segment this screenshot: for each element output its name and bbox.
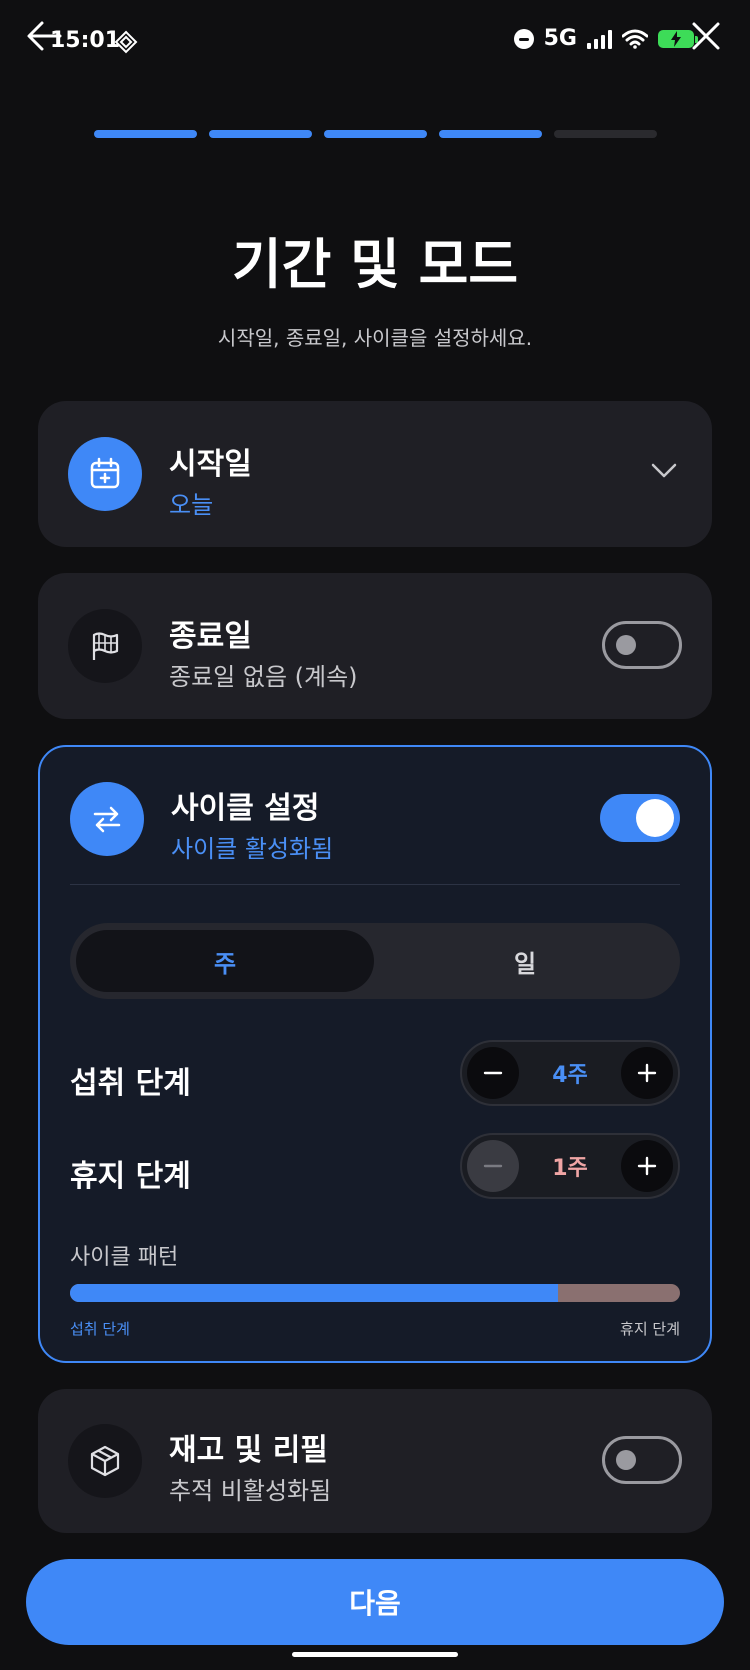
app-notification-icon: [114, 30, 138, 54]
box-icon: [90, 1445, 120, 1477]
end-date-title: 종료일: [169, 619, 252, 654]
inventory-toggle[interactable]: [602, 1436, 682, 1484]
page-title: 기간 및 모드: [232, 233, 518, 296]
network-label: 5G: [543, 26, 577, 51]
pattern-legend-rest: 휴지 단계: [620, 1320, 680, 1338]
cycle-icon-badge: [70, 782, 144, 856]
intake-stepper: 4주: [460, 1040, 680, 1106]
end-date-card: 종료일 종료일 없음 (계속): [38, 573, 712, 719]
start-date-icon-badge: [68, 437, 142, 511]
cycle-pattern-bar: [70, 1284, 680, 1302]
cycle-toggle[interactable]: [600, 794, 680, 842]
end-date-toggle[interactable]: [602, 621, 682, 669]
rest-decrement-button[interactable]: [467, 1140, 519, 1192]
next-button[interactable]: 다음: [26, 1559, 724, 1645]
status-bar: 15:01 5G: [0, 0, 750, 86]
cycle-status: 사이클 활성화됨: [171, 835, 334, 863]
plus-icon: [637, 1156, 657, 1176]
flag-icon: [92, 632, 119, 660]
progress-step: [554, 130, 657, 138]
progress-step: [324, 130, 427, 138]
cycle-unit-selector: 주 일: [70, 923, 680, 999]
back-button[interactable]: [24, 16, 64, 56]
intake-phase-label: 섭취 단계: [70, 1066, 191, 1101]
charging-icon: [671, 30, 681, 47]
cycle-card: 사이클 설정 사이클 활성화됨 주 일 섭취 단계 4주 휴지 단계 1주 사이…: [38, 745, 712, 1363]
end-date-icon-badge: [68, 609, 142, 683]
intake-decrement-button[interactable]: [467, 1047, 519, 1099]
chevron-down-icon: [651, 463, 677, 478]
cycle-pattern-intake-fill: [70, 1284, 558, 1302]
rest-value: 1주: [552, 1156, 588, 1181]
rest-stepper: 1주: [460, 1133, 680, 1199]
cycle-title: 사이클 설정: [171, 791, 320, 826]
plus-icon: [637, 1063, 657, 1083]
minus-icon: [483, 1071, 503, 1075]
rest-phase-label: 휴지 단계: [70, 1159, 191, 1194]
progress-step: [94, 130, 197, 138]
inventory-status: 추적 비활성화됨: [169, 1477, 332, 1505]
minus-icon: [483, 1164, 503, 1168]
cycle-pattern-label: 사이클 패턴: [70, 1245, 179, 1270]
progress-step: [439, 130, 542, 138]
start-date-title: 시작일: [169, 447, 252, 482]
do-not-disturb-icon: [513, 28, 534, 49]
wifi-icon: [622, 29, 648, 49]
arrow-left-icon: [27, 21, 62, 51]
rest-increment-button[interactable]: [621, 1140, 673, 1192]
step-progress: [94, 130, 657, 138]
intake-increment-button[interactable]: [621, 1047, 673, 1099]
close-icon: [692, 22, 720, 50]
divider: [70, 884, 680, 885]
inventory-icon-badge: [68, 1424, 142, 1498]
close-button[interactable]: [686, 16, 726, 56]
swap-arrows-icon: [93, 806, 121, 833]
progress-step: [209, 130, 312, 138]
calendar-icon: [90, 457, 120, 489]
inventory-card: 재고 및 리필 추적 비활성화됨: [38, 1389, 712, 1533]
end-date-value: 종료일 없음 (계속): [169, 663, 358, 691]
start-date-card[interactable]: 시작일 오늘: [38, 401, 712, 547]
inventory-title: 재고 및 리필: [169, 1433, 328, 1468]
intake-value: 4주: [552, 1063, 588, 1088]
pattern-legend-intake: 섭취 단계: [70, 1320, 130, 1338]
page-subtitle: 시작일, 종료일, 사이클을 설정하세요.: [217, 326, 533, 350]
unit-option-week[interactable]: 주: [76, 930, 374, 992]
start-date-value: 오늘: [169, 491, 214, 519]
unit-option-day[interactable]: 일: [376, 930, 674, 992]
signal-icon: [587, 29, 612, 49]
home-indicator[interactable]: [292, 1652, 458, 1657]
